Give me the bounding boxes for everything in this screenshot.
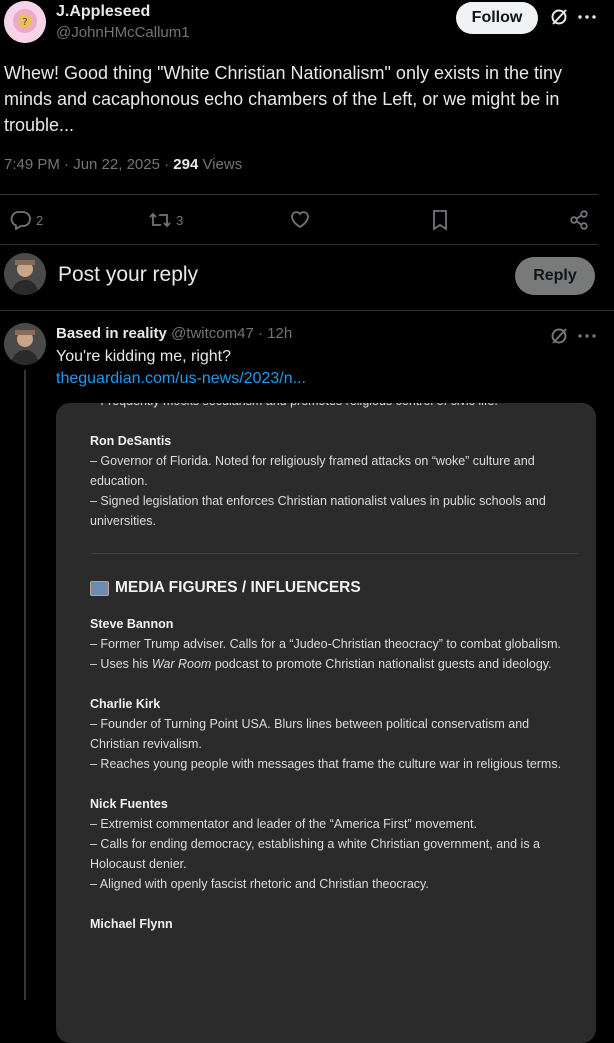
more-options-icon[interactable]	[578, 334, 596, 338]
entry-line: – Calls for ending democracy, establishi…	[90, 837, 540, 871]
entry-line: – Signed legislation that enforces Chris…	[90, 494, 546, 528]
card-entry: Nick Fuentes – Extremist commentator and…	[90, 794, 570, 894]
author-avatar[interactable]: ?	[4, 1, 46, 43]
grok-icon[interactable]	[549, 326, 569, 346]
views-count: 294	[173, 156, 199, 173]
divider	[0, 194, 598, 195]
grok-icon[interactable]	[549, 7, 569, 27]
reply-author-avatar[interactable]	[4, 323, 46, 365]
like-icon[interactable]	[289, 209, 311, 229]
user-avatar[interactable]	[4, 253, 46, 295]
repost-action[interactable]: 3	[148, 210, 183, 230]
television-icon	[90, 580, 109, 596]
post-timestamp: 7:49 PM · Jun 22, 2025 · 294 Views	[4, 156, 242, 173]
reply-count: 2	[36, 212, 44, 228]
views-label: Views	[198, 156, 243, 173]
author-display-name[interactable]: J.Appleseed	[56, 3, 150, 21]
thread-line	[24, 370, 26, 1000]
repost-count: 3	[176, 212, 184, 228]
entry-line: – Reaches young people with messages tha…	[90, 757, 562, 771]
bookmark-icon[interactable]	[431, 209, 449, 231]
entry-line: – Uses his War Room podcast to promote C…	[90, 654, 570, 674]
attached-image-card[interactable]: – Frequently mocks secularism and promot…	[56, 403, 596, 1043]
reply-input[interactable]: Post your reply	[58, 263, 198, 287]
card-divider	[90, 553, 578, 554]
svg-text:?: ?	[22, 17, 27, 28]
entry-name: Nick Fuentes	[90, 797, 168, 811]
reply-button[interactable]: Reply	[515, 257, 595, 295]
entry-name: Ron DeSantis	[90, 434, 172, 448]
section-title: MEDIA FIGURES / INFLUENCERS	[90, 578, 570, 598]
post-time[interactable]: 7:49 PM · Jun 22, 2025 ·	[4, 156, 173, 173]
line-part: – Uses his	[90, 657, 152, 671]
reply-author-name[interactable]: Based in reality	[56, 325, 167, 342]
repost-icon	[148, 210, 172, 230]
entry-line: – Aligned with openly fascist rhetoric a…	[90, 877, 429, 891]
card-entry: Ron DeSantis – Governor of Florida. Note…	[90, 431, 570, 531]
follow-button[interactable]: Follow	[456, 2, 538, 34]
entry-name: Steve Bannon	[90, 617, 174, 631]
entry-line: – Former Trump adviser. Calls for a “Jud…	[90, 637, 562, 651]
entry-line: – Governor of Florida. Noted for religio…	[90, 454, 535, 488]
entry-line: – Founder of Turning Point USA. Blurs li…	[90, 717, 530, 751]
divider	[0, 244, 598, 245]
divider	[0, 310, 614, 311]
reply-link[interactable]: theguardian.com/us-news/2023/n...	[56, 370, 306, 388]
reply-icon	[10, 210, 32, 230]
entry-name: Charlie Kirk	[90, 697, 161, 711]
card-cut-line: – Frequently mocks secularism and promot…	[90, 403, 570, 411]
line-emphasis: War Room	[151, 657, 212, 671]
section-title-text: MEDIA FIGURES / INFLUENCERS	[115, 579, 361, 596]
card-content: – Frequently mocks secularism and promot…	[90, 403, 578, 934]
reply-text: You're kidding me, right?	[56, 348, 232, 365]
entry-name: Michael Flynn	[90, 917, 173, 931]
post-text: Whew! Good thing "White Christian Nation…	[4, 63, 563, 135]
line-part: podcast to promote Christian nationalist…	[211, 657, 552, 671]
more-options-icon[interactable]	[578, 15, 596, 19]
share-icon[interactable]	[568, 209, 590, 231]
entry-line: – Extremist commentator and leader of th…	[90, 817, 477, 831]
card-entry: Charlie Kirk – Founder of Turning Point …	[90, 694, 570, 774]
reply-header: Based in reality @twitcom47 · 12h	[56, 325, 292, 342]
card-entry: Steve Bannon – Former Trump adviser. Cal…	[90, 614, 570, 674]
reply-action[interactable]: 2	[10, 210, 43, 230]
reply-author-handle[interactable]: @twitcom47 · 12h	[171, 325, 292, 342]
author-handle[interactable]: @JohnHMcCallum1	[56, 24, 190, 41]
